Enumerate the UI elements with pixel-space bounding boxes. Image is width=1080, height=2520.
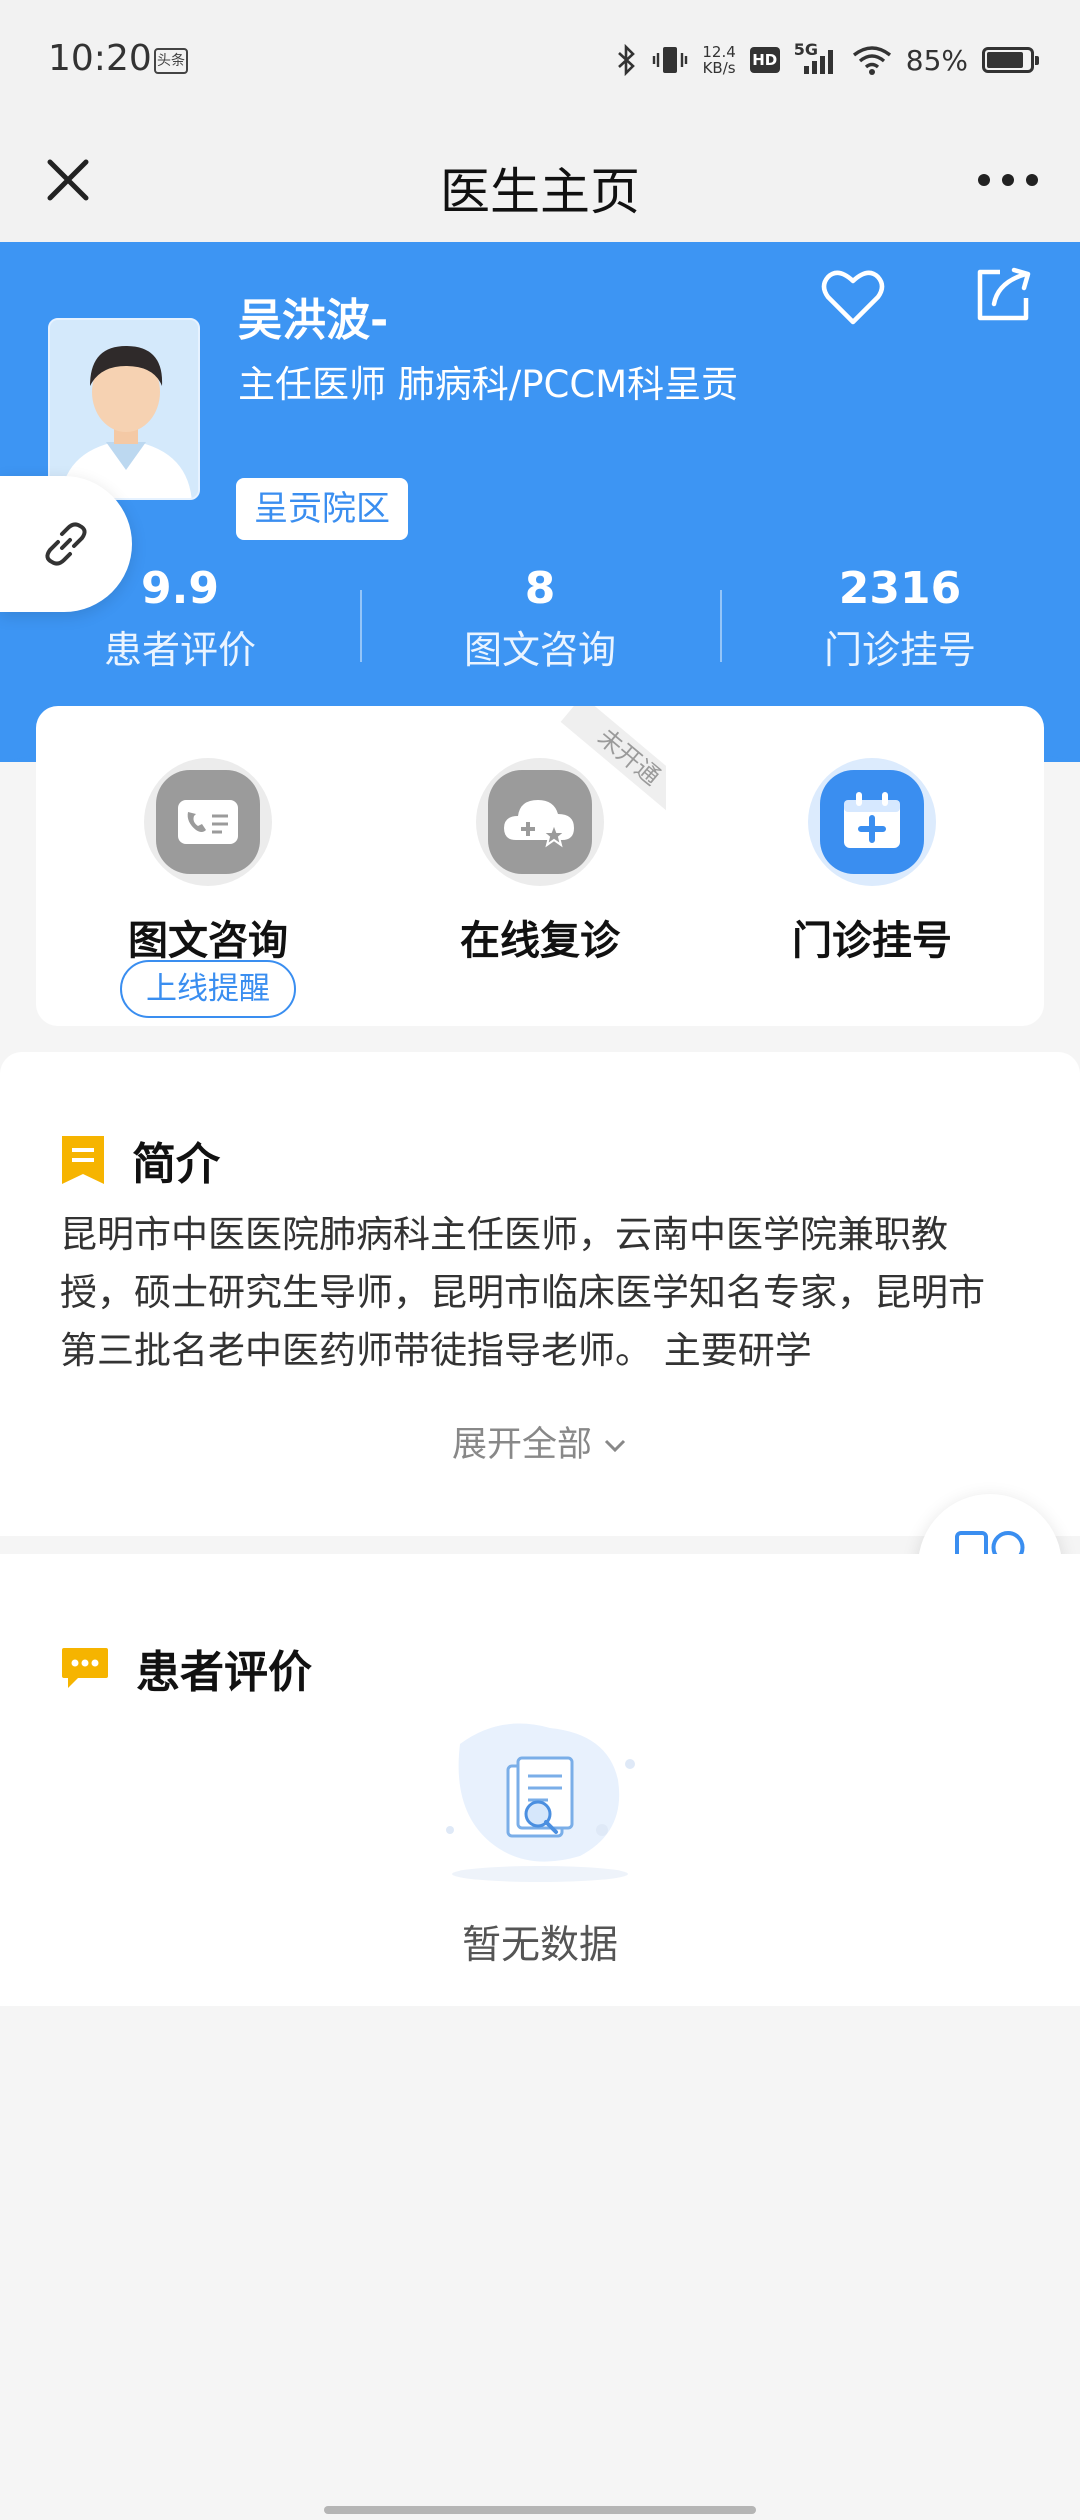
empty-data-illustration [446, 1723, 635, 1882]
bookmark-icon [62, 1136, 104, 1184]
doctor-name: 吴洪波- [238, 295, 389, 346]
net-speed: 12.4 KB/s [702, 43, 736, 77]
more-icon[interactable] [972, 150, 1044, 210]
heart-icon[interactable] [818, 262, 888, 332]
service-outpatient[interactable]: 门诊挂号 [742, 758, 1002, 966]
battery-icon [982, 47, 1039, 73]
share-icon[interactable] [970, 262, 1036, 328]
cloud-plus-icon [476, 758, 604, 886]
intro-heading: 简介 [60, 1128, 220, 1192]
signal-icon [803, 50, 833, 74]
calendar-plus-icon [808, 758, 936, 886]
vibrate-icon [653, 47, 688, 73]
nav-bar: 医生主页 [0, 120, 1080, 242]
wifi-icon [852, 46, 891, 75]
status-icons: 12.4 KB/s HD 5G 85% [616, 40, 1039, 80]
comment-icon [62, 1648, 108, 1688]
stat-registration[interactable]: 2316 门诊挂号 [720, 556, 1080, 686]
service-label: 图文咨询 [128, 918, 288, 964]
reviews-heading: 患者评价 [60, 1636, 312, 1700]
page-title: 医生主页 [440, 163, 640, 221]
home-indicator[interactable] [324, 2506, 756, 2514]
online-remind-button[interactable]: 上线提醒 [120, 960, 296, 1018]
hospital-tag: 呈贡院区 [236, 478, 408, 540]
status-time: 10:20 [48, 38, 152, 79]
phone-card-icon [144, 758, 272, 886]
intro-section: 简介 昆明市中医医院肺病科主任医师，云南中医学院兼职教授，硕士研究生导师，昆明市… [0, 1052, 1080, 1536]
service-online-revisit[interactable]: 在线复诊 [410, 758, 670, 966]
stat-consult[interactable]: 8 图文咨询 [360, 556, 720, 686]
doctor-title: 主任医师 肺病科/PCCM科呈贡 [238, 363, 739, 406]
empty-data-text: 暂无数据 [461, 1923, 618, 1968]
bluetooth-icon [618, 44, 636, 76]
service-text-consult[interactable]: 图文咨询 [78, 758, 338, 966]
status-bar: 10:20 头条 12.4 KB/s HD 5G 85% [0, 0, 1080, 120]
intro-text: 昆明市中医医院肺病科主任医师，云南中医学院兼职教授，硕士研究生导师，昆明市临床医… [60, 1213, 985, 1372]
hd-badge: HD [749, 47, 780, 73]
stats-row: 9.9 患者评价 8 图文咨询 2316 门诊挂号 [0, 556, 1080, 686]
doctor-avatar [48, 318, 200, 500]
stat-reviews[interactable]: 9.9 患者评价 [0, 556, 360, 686]
expand-all-button[interactable]: 展开全部 [0, 1416, 1080, 1467]
service-label: 门诊挂号 [792, 918, 952, 964]
signal-5g: 5G [794, 40, 838, 76]
battery-percent: 85% [905, 43, 968, 77]
app-notification-badge: 头条 [154, 48, 188, 74]
reviews-section: 患者评价 暂无数据 [0, 1554, 1080, 2006]
services-card: 未开通 图文咨询 在线复诊 门诊挂号 上线提醒 [36, 706, 1044, 1026]
chevron-down-icon [604, 1439, 626, 1453]
service-label: 在线复诊 [460, 918, 620, 964]
